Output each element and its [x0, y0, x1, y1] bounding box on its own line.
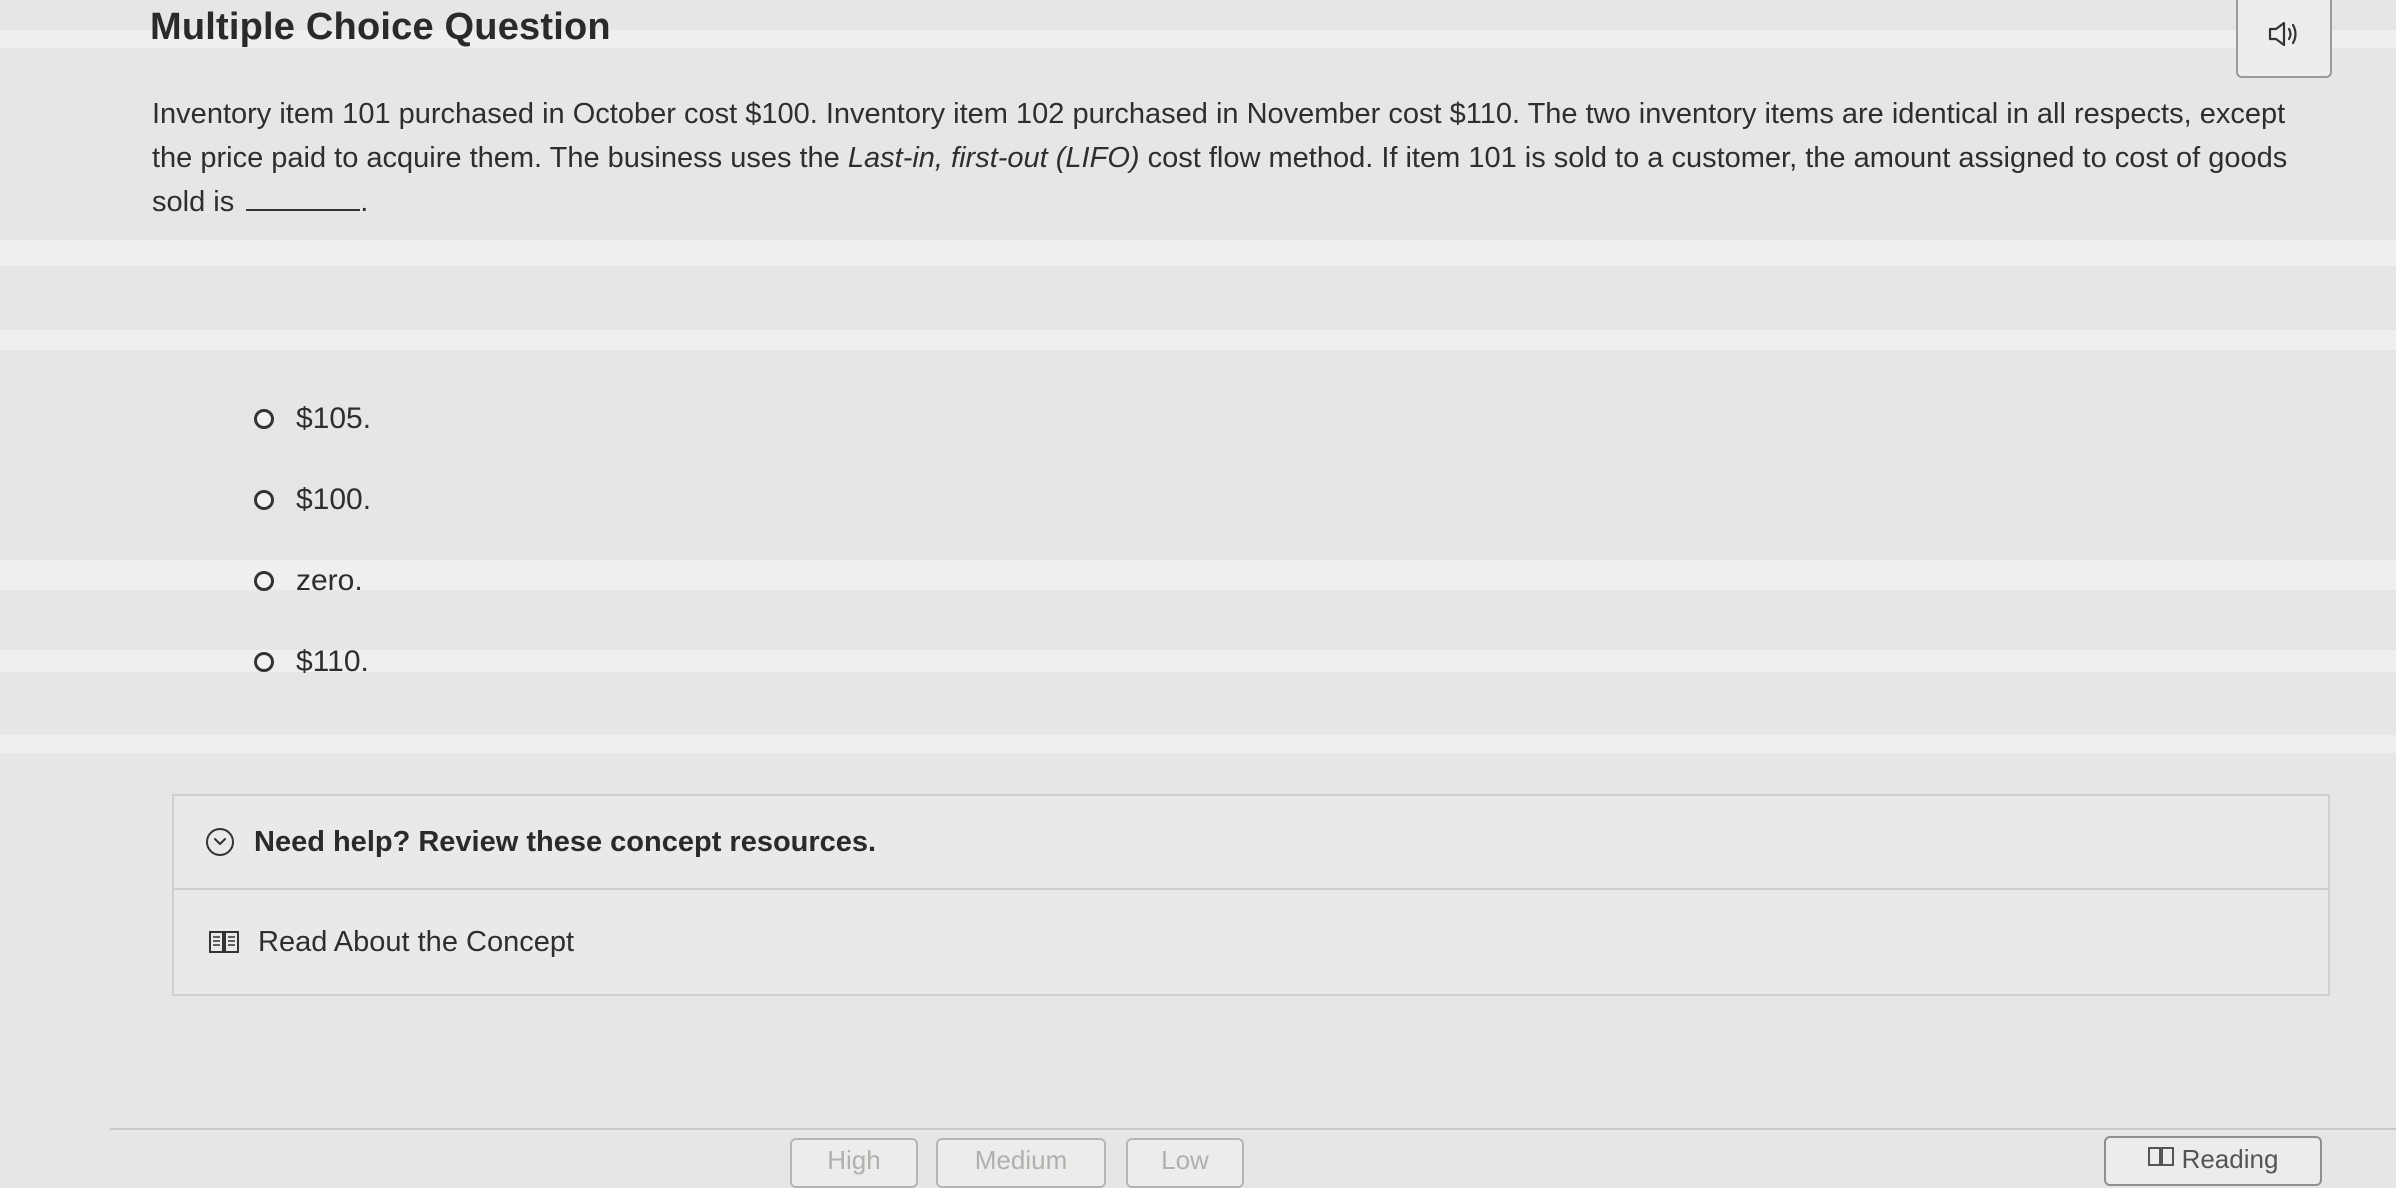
help-toggle[interactable]: Need help? Review these concept resource…: [174, 796, 2328, 890]
question-emphasis: Last-in, first-out (LIFO): [847, 142, 1140, 174]
answer-options: $105. $100. zero. $110.: [254, 378, 371, 702]
question-part-3: .: [360, 186, 369, 218]
option-label: $110.: [296, 644, 369, 678]
confidence-medium-button[interactable]: Medium: [936, 1138, 1106, 1188]
option-label: zero.: [296, 563, 363, 597]
read-concept-label: Read About the Concept: [258, 925, 575, 958]
radio-button[interactable]: [254, 570, 274, 591]
option-label: $100.: [296, 482, 372, 516]
reading-label: Reading: [2181, 1144, 2279, 1174]
option-2[interactable]: $100.: [254, 459, 371, 540]
reading-button[interactable]: Reading: [2104, 1136, 2322, 1186]
option-3[interactable]: zero.: [254, 540, 371, 621]
book-icon: [208, 929, 240, 955]
question-text: Inventory item 101 purchased in October …: [152, 92, 2312, 224]
chevron-down-circle-icon: [206, 828, 234, 856]
divider: [110, 1128, 2396, 1130]
speaker-icon: [2267, 19, 2301, 54]
confidence-low-button[interactable]: Low: [1126, 1138, 1244, 1188]
audio-button[interactable]: [2236, 0, 2332, 78]
option-label: $105.: [296, 401, 372, 435]
radio-button[interactable]: [254, 408, 274, 429]
confidence-high-button[interactable]: High: [790, 1138, 918, 1188]
help-title: Need help? Review these concept resource…: [254, 825, 877, 858]
help-panel: Need help? Review these concept resource…: [172, 794, 2330, 996]
radio-button[interactable]: [254, 489, 274, 510]
answer-blank: [246, 187, 361, 211]
option-4[interactable]: $110.: [254, 621, 371, 702]
radio-button[interactable]: [254, 651, 274, 672]
page-title: Multiple Choice Question: [150, 6, 611, 48]
option-1[interactable]: $105.: [254, 378, 371, 459]
read-concept-link[interactable]: Read About the Concept: [174, 890, 2328, 994]
book-icon: [2147, 1144, 2174, 1175]
